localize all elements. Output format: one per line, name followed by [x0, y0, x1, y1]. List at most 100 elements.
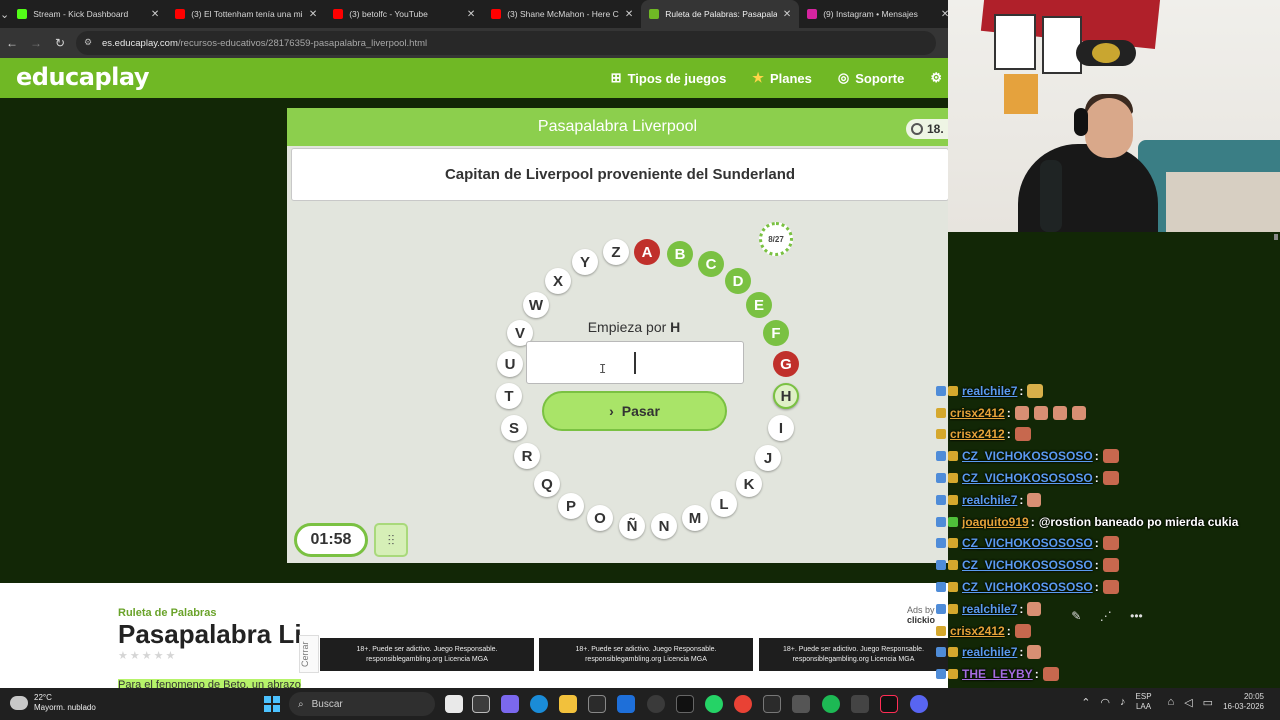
tiktok-live-icon[interactable] [880, 695, 898, 713]
answer-input[interactable]: I [526, 341, 744, 384]
store-icon[interactable] [588, 695, 606, 713]
reload-icon[interactable]: ↻ [48, 28, 72, 58]
nav-planes[interactable]: ★ Planes [752, 70, 812, 86]
task-view-icon[interactable] [445, 695, 463, 713]
chat-message: crisx2412: [936, 402, 1280, 424]
close-ad-button[interactable]: Cerrar [299, 635, 319, 673]
windows-start-icon[interactable] [264, 696, 280, 712]
address-bar[interactable]: ⚙ es.educaplay.com/recursos-educativos/2… [76, 31, 936, 55]
ad-banner[interactable]: 18+. Puede ser adictivo. Juego Responsab… [759, 638, 948, 671]
settings-sliders-icon[interactable]: ⫶⫶ [374, 523, 408, 557]
game-panel: Pasapalabra Liverpool 18. Capitan de Liv… [287, 108, 952, 563]
chat-username[interactable]: CZ_VICHOKOSOSOSO [962, 471, 1093, 485]
browser-tab[interactable]: (3) Shane McMahon - Here Co ✕ [483, 0, 641, 28]
nav-more[interactable]: ⚙ [930, 70, 948, 86]
face-emote-icon [1102, 536, 1119, 551]
battery-icon[interactable]: ▭ [1203, 696, 1213, 709]
weather-widget[interactable]: 22°C Mayorm. nublado [10, 693, 96, 713]
chat-username[interactable]: realchile7 [962, 602, 1017, 616]
chat-username[interactable]: realchile7 [962, 384, 1017, 398]
whatsapp-icon[interactable] [705, 695, 723, 713]
chat-username[interactable]: joaquito919 [962, 515, 1029, 529]
browser-tab[interactable]: (3) El Tottenham tenía una misi ✕ [167, 0, 325, 28]
close-tab-icon[interactable]: ✕ [309, 9, 317, 20]
nav-label: Soporte [855, 70, 905, 86]
site-info-icon[interactable]: ⚙ [84, 37, 96, 49]
browser-tab[interactable]: (3) betolfc - YouTube ✕ [325, 0, 483, 28]
chat-username[interactable]: realchile7 [962, 645, 1017, 659]
edit-icon[interactable]: ✎ [1071, 609, 1081, 623]
browser-tab[interactable]: Stream - Kick Dashboard ✕ [9, 0, 167, 28]
ads-brand[interactable]: clickio [907, 615, 935, 625]
browser-tab[interactable]: Ruleta de Palabras: Pasapalabra ✕ [641, 0, 800, 28]
tiktok-icon[interactable] [676, 695, 694, 713]
widgets-icon[interactable] [472, 695, 490, 713]
copilot-icon[interactable] [501, 695, 519, 713]
ad-banner[interactable]: 18+. Puede ser adictivo. Juego Responsab… [539, 638, 753, 671]
pass-button[interactable]: › Pasar [542, 391, 727, 431]
badge-icon [936, 669, 946, 680]
tab-search-icon[interactable]: ⌄ [0, 0, 9, 28]
app-icon[interactable] [763, 695, 781, 713]
taskbar-search[interactable]: ⌕ Buscar [289, 692, 435, 716]
chat-username[interactable]: CZ_VICHOKOSOSOSO [962, 580, 1093, 594]
chat-username[interactable]: CZ_VICHOKOSOSOSO [962, 536, 1093, 550]
chat-username[interactable]: crisx2412 [950, 624, 1005, 638]
browser-tab[interactable]: (9) Instagram • Mensajes ✕ [799, 0, 957, 28]
chat-username[interactable]: crisx2412 [950, 406, 1005, 420]
file-explorer-icon[interactable] [559, 695, 577, 713]
face-emote-icon [1014, 427, 1031, 442]
language-indicator[interactable]: ESP LAA [1136, 692, 1152, 712]
chat-username[interactable]: realchile7 [962, 493, 1017, 507]
rating-stars[interactable]: ★★★★★ [118, 649, 177, 662]
separator: : [1094, 580, 1099, 595]
edge-icon[interactable] [530, 695, 548, 713]
face-emote-icon [1014, 623, 1031, 638]
more-icon[interactable]: ••• [1130, 609, 1143, 623]
badge-icon [936, 538, 946, 549]
letter-bubble: X [545, 268, 571, 294]
chrome-icon[interactable] [734, 695, 752, 713]
chat-username[interactable]: crisx2412 [950, 427, 1005, 441]
nav-tipos-de-juegos[interactable]: ⊞ Tipos de juegos [611, 70, 727, 86]
face-emote-icon [1102, 471, 1119, 486]
close-tab-icon[interactable]: ✕ [625, 9, 633, 20]
outlook-icon[interactable] [617, 695, 635, 713]
nav-soporte[interactable]: ◎ Soporte [838, 70, 904, 86]
mic-icon[interactable]: ♪ [1120, 696, 1126, 708]
ad-banner[interactable]: 18+. Puede ser adictivo. Juego Responsab… [320, 638, 534, 671]
clock[interactable]: 20:05 16-03-2026 [1223, 692, 1264, 712]
url-path: /recursos-educativos/28176359-pasapalabr… [177, 37, 428, 49]
discord-icon[interactable] [910, 695, 928, 713]
chat-username[interactable]: CZ_VICHOKOSOSOSO [962, 558, 1093, 572]
category-link[interactable]: Ruleta de Palabras [118, 607, 216, 619]
user-icon: ⚙ [930, 70, 942, 85]
chevron-up-icon[interactable]: ⌃ [1081, 696, 1090, 709]
letter-bubble: I [768, 415, 794, 441]
app-icon[interactable] [792, 695, 810, 713]
app-icon[interactable] [851, 695, 869, 713]
chat-username[interactable]: CZ_VICHOKOSOSOSO [962, 449, 1093, 463]
educaplay-logo[interactable]: educaplay [16, 63, 149, 91]
network-icon[interactable]: ⌂ [1168, 696, 1175, 708]
game-title: Pasapalabra Liverpool [537, 118, 698, 135]
letter-bubble: R [514, 443, 540, 469]
wifi-icon[interactable]: ◠ [1100, 696, 1110, 709]
share-icon[interactable]: ⋰ [1100, 609, 1112, 623]
forward-icon[interactable]: → [24, 28, 48, 58]
spotify-icon[interactable] [822, 695, 840, 713]
close-tab-icon[interactable]: ✕ [467, 9, 475, 20]
close-tab-icon[interactable]: ✕ [151, 9, 159, 20]
back-icon[interactable]: ← [0, 28, 24, 58]
nav-label: Tipos de juegos [627, 70, 727, 86]
close-tab-icon[interactable]: ✕ [783, 9, 791, 20]
ad-line: 18+. Puede ser adictivo. Juego Responsab… [575, 646, 717, 653]
separator: : [1006, 427, 1011, 442]
chat-username[interactable]: THE_LEYBY [962, 667, 1033, 681]
scrollbar-thumb[interactable] [1274, 234, 1278, 240]
separator: : [1094, 471, 1099, 486]
hand-emote-icon [1052, 405, 1067, 420]
volume-icon[interactable]: ◁ [1184, 696, 1192, 709]
score-icon [911, 123, 923, 135]
obs-icon[interactable] [647, 695, 665, 713]
